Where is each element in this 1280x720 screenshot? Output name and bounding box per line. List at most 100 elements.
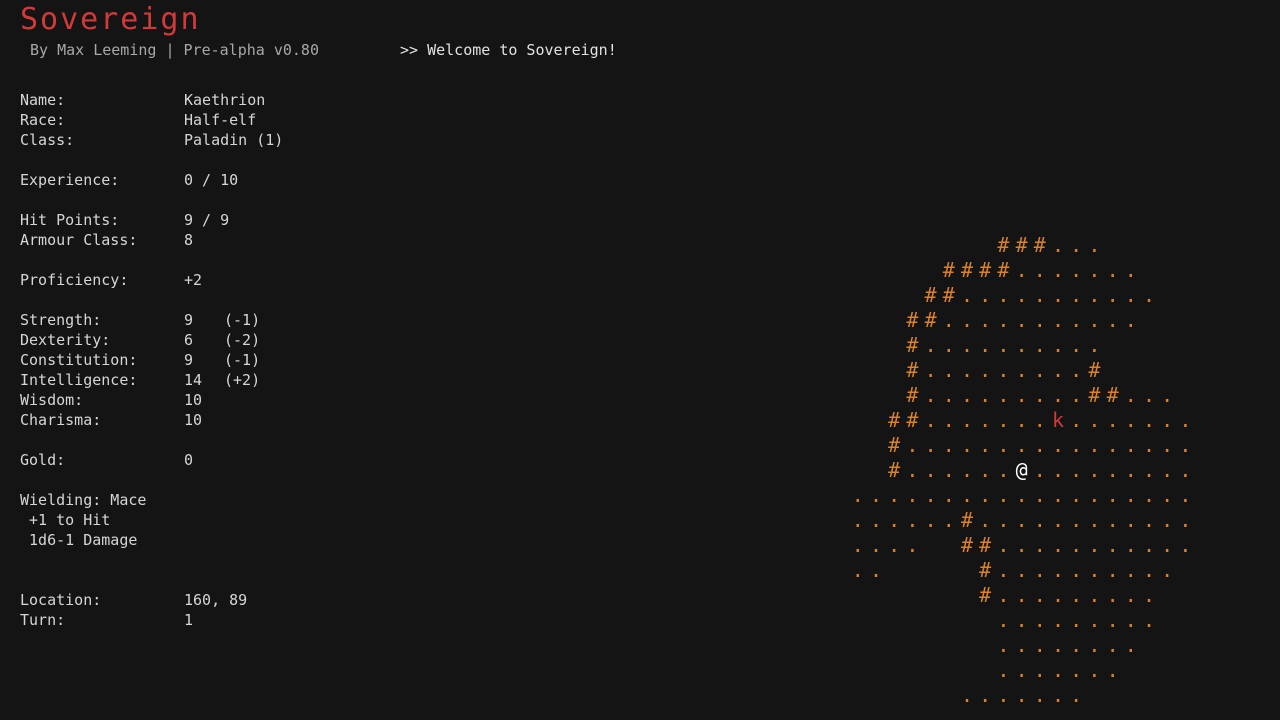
map-tile-floor: . — [924, 408, 937, 432]
map-tile-floor: . — [1179, 533, 1192, 557]
map-tile-floor: . — [942, 383, 955, 407]
map-tile-floor: . — [869, 483, 883, 507]
map-tile-floor: . — [979, 308, 992, 332]
map-tile-floor: . — [1179, 508, 1192, 532]
map-tile-floor: . — [1124, 258, 1137, 282]
map-tile-floor: . — [1015, 658, 1028, 682]
map-tile-floor: . — [997, 533, 1010, 557]
map-tile-floor: . — [1088, 633, 1101, 657]
map-tile-floor: . — [1051, 533, 1065, 557]
map-tile-floor: . — [942, 333, 955, 357]
map-tile-floor: . — [1106, 408, 1119, 432]
map-tile-floor: . — [1033, 433, 1046, 457]
map-tile-floor: . — [1070, 433, 1083, 457]
map-tile-floor: . — [1124, 533, 1137, 557]
map-tile-wall: # — [1106, 383, 1119, 407]
map-tile-floor: . — [1070, 458, 1083, 482]
map-tile-wall: # — [960, 508, 974, 532]
map-tile-floor: . — [1051, 383, 1065, 407]
map-tile-floor: . — [997, 408, 1010, 432]
map-tile-floor: . — [979, 458, 992, 482]
map-tile-floor: . — [1015, 283, 1028, 307]
map-tile-floor: . — [997, 483, 1010, 507]
map-tile-floor: . — [906, 433, 919, 457]
map-tile-floor: . — [942, 458, 955, 482]
map-tile-floor: . — [1124, 408, 1137, 432]
map-tile-floor: . — [1015, 508, 1028, 532]
map-tile-wall: # — [906, 358, 919, 382]
map-tile-floor: . — [960, 483, 974, 507]
map-tile-floor: . — [1070, 483, 1083, 507]
map-tile-floor: . — [1142, 583, 1156, 607]
map-tile-player: @ — [1015, 458, 1028, 482]
map-tile-wall: # — [979, 533, 992, 557]
map-tile-floor: . — [1161, 383, 1174, 407]
map-tile-floor: . — [1015, 683, 1028, 707]
map-tile-floor: . — [1106, 533, 1119, 557]
map-tile-floor: . — [997, 283, 1010, 307]
map-tile-floor: . — [1051, 308, 1065, 332]
map-tile-floor: . — [1051, 658, 1065, 682]
map-tile-floor: . — [1033, 508, 1046, 532]
map-tile-floor: . — [1070, 533, 1083, 557]
map-tile-floor: . — [1088, 333, 1101, 357]
map-tile-floor: . — [1142, 408, 1156, 432]
map-tile-floor: . — [851, 533, 864, 557]
map-tile-floor: . — [1106, 583, 1119, 607]
map-tile-floor: . — [1015, 383, 1028, 407]
map-tile-floor: . — [1015, 483, 1028, 507]
map-tile-floor: . — [1124, 483, 1137, 507]
map-tile-floor: . — [1142, 483, 1156, 507]
map-tile-floor: . — [1015, 608, 1028, 632]
map-tile-floor: . — [997, 558, 1010, 582]
map-tile-floor: . — [1124, 283, 1137, 307]
map-tile-floor: . — [960, 283, 974, 307]
map-tile-floor: . — [1051, 458, 1065, 482]
map-tile-floor: . — [1088, 533, 1101, 557]
map-tile-floor: . — [1015, 258, 1028, 282]
map-tile-floor: . — [851, 483, 864, 507]
map-tile-floor: . — [960, 683, 974, 707]
map-tile-floor: . — [906, 508, 919, 532]
map-tile-floor: . — [1070, 308, 1083, 332]
map-tile-wall: # — [924, 308, 937, 332]
map-tile-floor: . — [997, 458, 1010, 482]
map-tile-floor: . — [869, 533, 883, 557]
map-tile-floor: . — [960, 383, 974, 407]
map-tile-floor: . — [1161, 508, 1174, 532]
map-tile-floor: . — [1106, 458, 1119, 482]
map-tile-floor: . — [960, 458, 974, 482]
map-tile-floor: . — [1124, 583, 1137, 607]
map-tile-floor: . — [1033, 283, 1046, 307]
map-tile-floor: . — [1051, 608, 1065, 632]
map-tile-floor: . — [1179, 433, 1192, 457]
map-tile-floor: . — [1070, 333, 1083, 357]
map-tile-floor: . — [1070, 658, 1083, 682]
map-tile-floor: . — [906, 533, 919, 557]
map-tile-floor: . — [924, 383, 937, 407]
map-tile-floor: . — [1051, 483, 1065, 507]
map-tile-wall: # — [906, 308, 919, 332]
map-tile-floor: . — [1161, 433, 1174, 457]
map-tile-floor: . — [888, 483, 901, 507]
map-tile-floor: . — [1070, 583, 1083, 607]
map-tile-floor: . — [997, 433, 1010, 457]
map-tile-wall: # — [888, 433, 901, 457]
map-tile-floor: . — [1033, 683, 1046, 707]
map-tile-floor: . — [942, 508, 955, 532]
map-tile-floor: . — [1124, 633, 1137, 657]
map-tile-floor: . — [851, 508, 864, 532]
map-tile-floor: . — [1124, 508, 1137, 532]
map-tile-floor: . — [1161, 533, 1174, 557]
map-tile-floor: . — [1015, 558, 1028, 582]
map-tile-floor: . — [979, 508, 992, 532]
map-tile-floor: . — [1088, 583, 1101, 607]
map-tile-floor: . — [1051, 233, 1065, 257]
map-tile-floor: . — [869, 558, 883, 582]
map-tile-floor: . — [1088, 258, 1101, 282]
map-tile-floor: . — [906, 483, 919, 507]
map-tile-floor: . — [924, 458, 937, 482]
map-tile-floor: . — [1033, 633, 1046, 657]
map-tile-floor: . — [1033, 383, 1046, 407]
map-tile-floor: . — [888, 533, 901, 557]
